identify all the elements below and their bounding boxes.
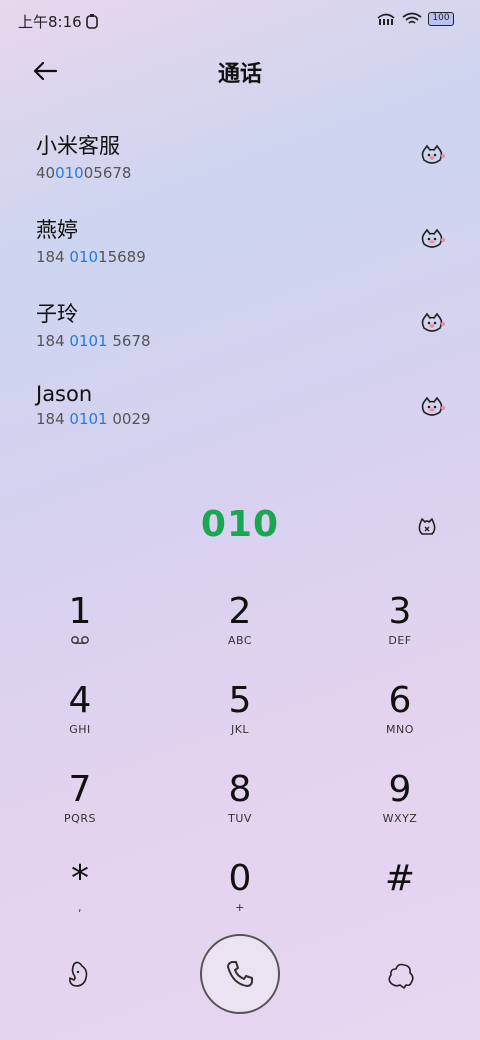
keypad-row: 4 GHI 5 JKL 6 MNO [0,679,480,768]
key-star[interactable]: * , [0,857,160,946]
key-digit: 1 [68,591,92,632]
cat-head-icon[interactable] [418,142,446,170]
key-digit: 2 [228,591,252,632]
key-digit: 0 [228,858,252,899]
contact-name: Jason [36,382,93,406]
notification-icon [85,13,98,29]
key-letters: JKL [230,723,250,736]
key-hash[interactable]: # [320,857,480,946]
key-digit: 4 [68,680,92,721]
number-match: 0101 [69,332,108,350]
key-letters: + [235,901,245,914]
number-match: 0101 [69,410,108,428]
keypad-row: 7 PQRS 8 TUV 9 WXYZ [0,768,480,857]
dialed-number[interactable]: 010 [0,504,480,545]
mascot-icon[interactable] [62,958,96,992]
contact-number: 184 0101 0029 [36,410,151,428]
number-match: 010 [55,164,84,182]
key-digit: * [71,858,89,899]
key-digit: 7 [68,769,92,810]
key-0[interactable]: 0 + [160,857,320,946]
key-6[interactable]: 6 MNO [320,679,480,768]
contact-name: 小米客服 [36,134,120,158]
number-match: 010 [69,248,99,266]
key-letters: TUV [228,812,252,825]
phone-icon [227,961,253,987]
contact-name: 燕婷 [36,218,78,242]
keypad-row: 1 2 ABC 3 DEF [0,590,480,679]
arrow-left-icon [33,61,58,81]
key-letters: GHI [69,723,91,736]
key-2[interactable]: 2 ABC [160,590,320,679]
key-letters: PQRS [64,812,96,825]
key-5[interactable]: 5 JKL [160,679,320,768]
bottom-action-bar [0,934,480,1016]
key-digit: 5 [228,680,252,721]
key-9[interactable]: 9 WXYZ [320,768,480,857]
signal-icon [377,13,395,25]
key-digit: 8 [228,769,252,810]
contact-number: 4001005678 [36,164,132,182]
contact-item[interactable]: 子玲 184 0101 5678 [0,288,480,372]
key-4[interactable]: 4 GHI [0,679,160,768]
contact-item[interactable]: Jason 184 0101 0029 [0,372,480,456]
contact-suggestions: 小米客服 4001005678 燕婷 184 01015689 子玲 184 0… [0,120,480,456]
key-digit: 3 [388,591,412,632]
status-time: 上午8:16 [18,11,99,32]
contact-name: 子玲 [36,302,78,326]
key-letters: ABC [227,634,253,647]
page-title: 通话 [217,62,262,87]
status-icons: 100 [376,12,454,26]
wifi-icon [402,12,422,24]
clock-text: 上午8:16 [18,13,82,31]
cat-head-icon[interactable] [418,226,446,254]
key-letters: DEF [388,634,412,647]
key-3[interactable]: 3 DEF [320,590,480,679]
status-bar: 上午8:16 100 [0,0,480,42]
key-1[interactable]: 1 [0,590,160,679]
keypad-row: * , 0 + # [0,857,480,946]
battery-icon: 100 [428,12,454,26]
contact-item[interactable]: 燕婷 184 01015689 [0,204,480,288]
voicemail-icon [71,636,89,644]
key-letters: WXYZ [382,812,418,825]
cat-head-icon[interactable] [418,394,446,422]
key-digit: 6 [388,680,412,721]
key-digit: 9 [388,769,412,810]
header: 通话 [0,48,480,92]
key-digit: # [384,858,416,899]
key-7[interactable]: 7 PQRS [0,768,160,857]
dial-input-row: 010 [0,500,480,556]
cloud-icon[interactable] [384,958,418,992]
contact-number: 184 0101 5678 [36,332,151,350]
back-button[interactable] [28,54,62,88]
contact-item[interactable]: 小米客服 4001005678 [0,120,480,204]
dial-keypad: 1 2 ABC 3 DEF 4 GHI 5 JKL 6 MNO 7 PQRS 8… [0,590,480,946]
backspace-icon[interactable] [414,514,440,540]
contact-number: 184 01015689 [36,248,146,266]
key-8[interactable]: 8 TUV [160,768,320,857]
cat-head-icon[interactable] [418,310,446,338]
key-letters: , [78,901,82,914]
call-button[interactable] [200,934,280,1014]
key-letters: MNO [386,723,414,736]
